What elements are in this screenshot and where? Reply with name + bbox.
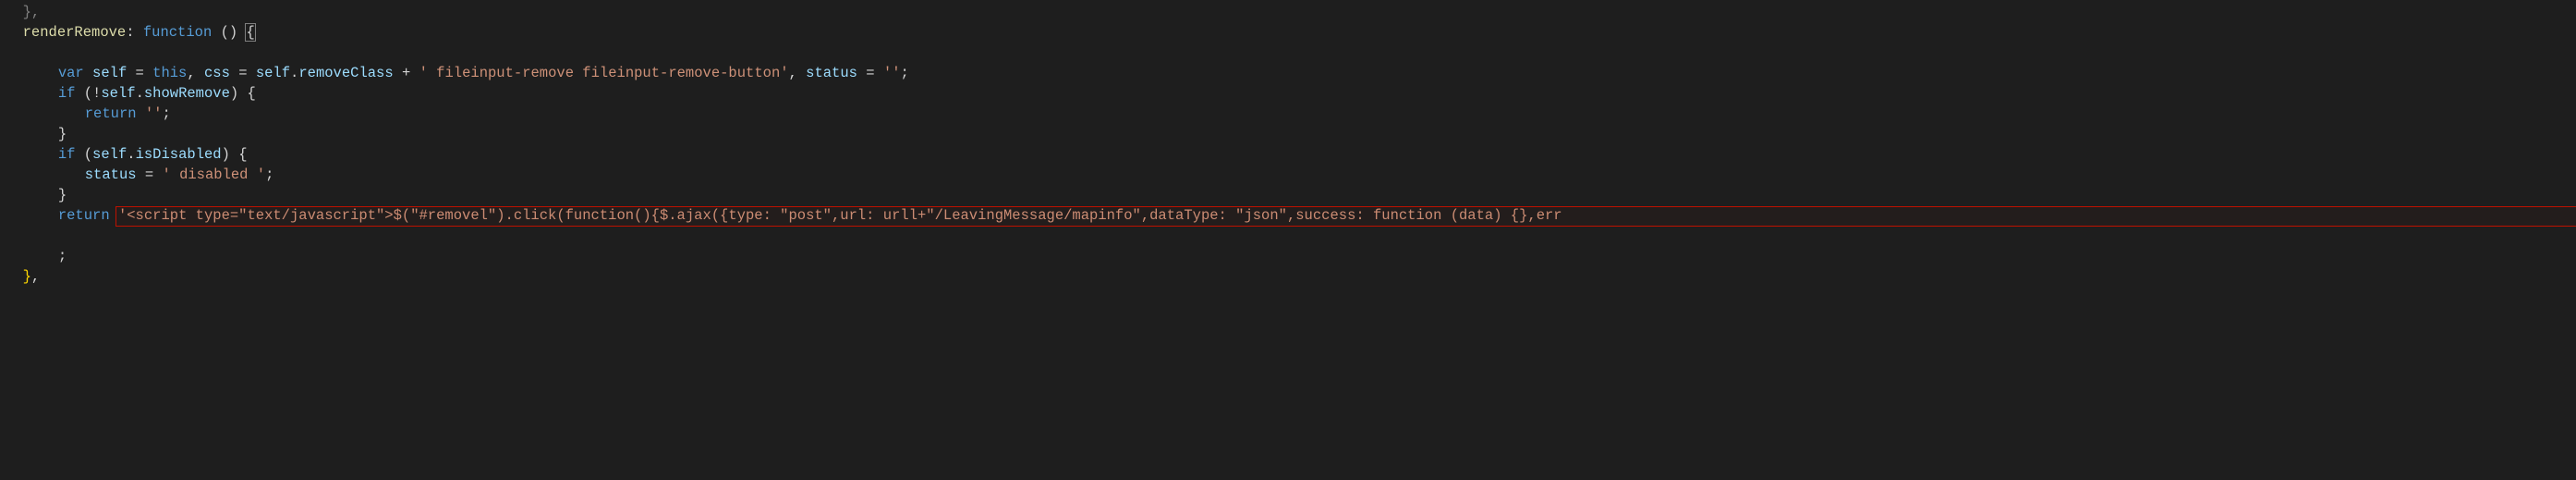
method-name: renderRemove [23,24,127,41]
paren-open: (! [75,85,101,102]
colon: : [126,24,143,41]
ref-self: self [256,65,290,81]
brace-close: } [58,187,67,203]
code-line[interactable]: if (self.isDisabled) { [6,144,2576,165]
code-line[interactable]: }, [6,2,2576,22]
string-literal-error: '<script type="text/javascript">$("#remo… [118,207,1562,224]
code-line[interactable]: status = ' disabled '; [6,165,2576,185]
brace-open: { [246,24,254,41]
string-literal: ' fileinput-remove fileinput-remove-butt… [419,65,789,81]
prop-showRemove: showRemove [144,85,230,102]
dot: . [127,146,135,163]
eq: = [145,166,163,183]
semicolon: ; [265,166,273,183]
dot: . [136,85,144,102]
semicolon: ; [901,65,909,81]
comma: , [187,65,204,81]
keyword-function: function [143,24,212,41]
comma: , [31,268,40,285]
plus: + [394,65,419,81]
ref-self: self [101,85,135,102]
space [110,207,118,224]
code-editor[interactable]: }, renderRemove: function () { var self … [0,0,2576,289]
eq: = [136,65,153,81]
var-status: status [85,166,145,183]
prop-removeClass: removeClass [298,65,393,81]
code-line-error[interactable]: return '<script type="text/javascript">$… [6,205,2576,226]
code-line[interactable]: renderRemove: function () { [6,22,2576,43]
keyword-return: return [58,207,110,224]
string-literal: ' disabled ' [162,166,265,183]
paren-close-brace: ) { [230,85,256,102]
brace-close: } [58,126,67,142]
keyword-this: this [152,65,187,81]
semicolon: ; [162,105,170,122]
code-line[interactable]: if (!self.showRemove) { [6,83,2576,104]
var-css: css [204,65,238,81]
keyword-return: return [85,105,137,122]
code-line[interactable] [6,226,2576,246]
paren-open: ( [75,146,92,163]
string-literal: '' [145,105,163,122]
keyword-if: if [58,85,76,102]
code-line[interactable]: var self = this, css = self.removeClass … [6,63,2576,83]
eq: = [866,65,883,81]
code-line[interactable] [6,43,2576,63]
keyword-if: if [58,146,76,163]
var-self: self [84,65,136,81]
space [137,105,145,122]
code-line[interactable]: } [6,185,2576,205]
var-status: status [806,65,866,81]
ref-self: self [92,146,127,163]
parens: () [212,24,246,41]
dot: . [290,65,298,81]
semicolon: ; [58,248,67,265]
keyword-var: var [58,65,84,81]
string-literal: '' [883,65,901,81]
brace: }, [23,4,41,20]
paren-close-brace: ) { [222,146,248,163]
code-line[interactable]: return ''; [6,104,2576,124]
prop-isDisabled: isDisabled [136,146,222,163]
comma: , [789,65,807,81]
code-line[interactable]: ; [6,246,2576,266]
code-line[interactable]: }, [6,266,2576,287]
code-line[interactable]: } [6,124,2576,144]
eq: = [238,65,256,81]
brace-close: } [23,268,31,285]
